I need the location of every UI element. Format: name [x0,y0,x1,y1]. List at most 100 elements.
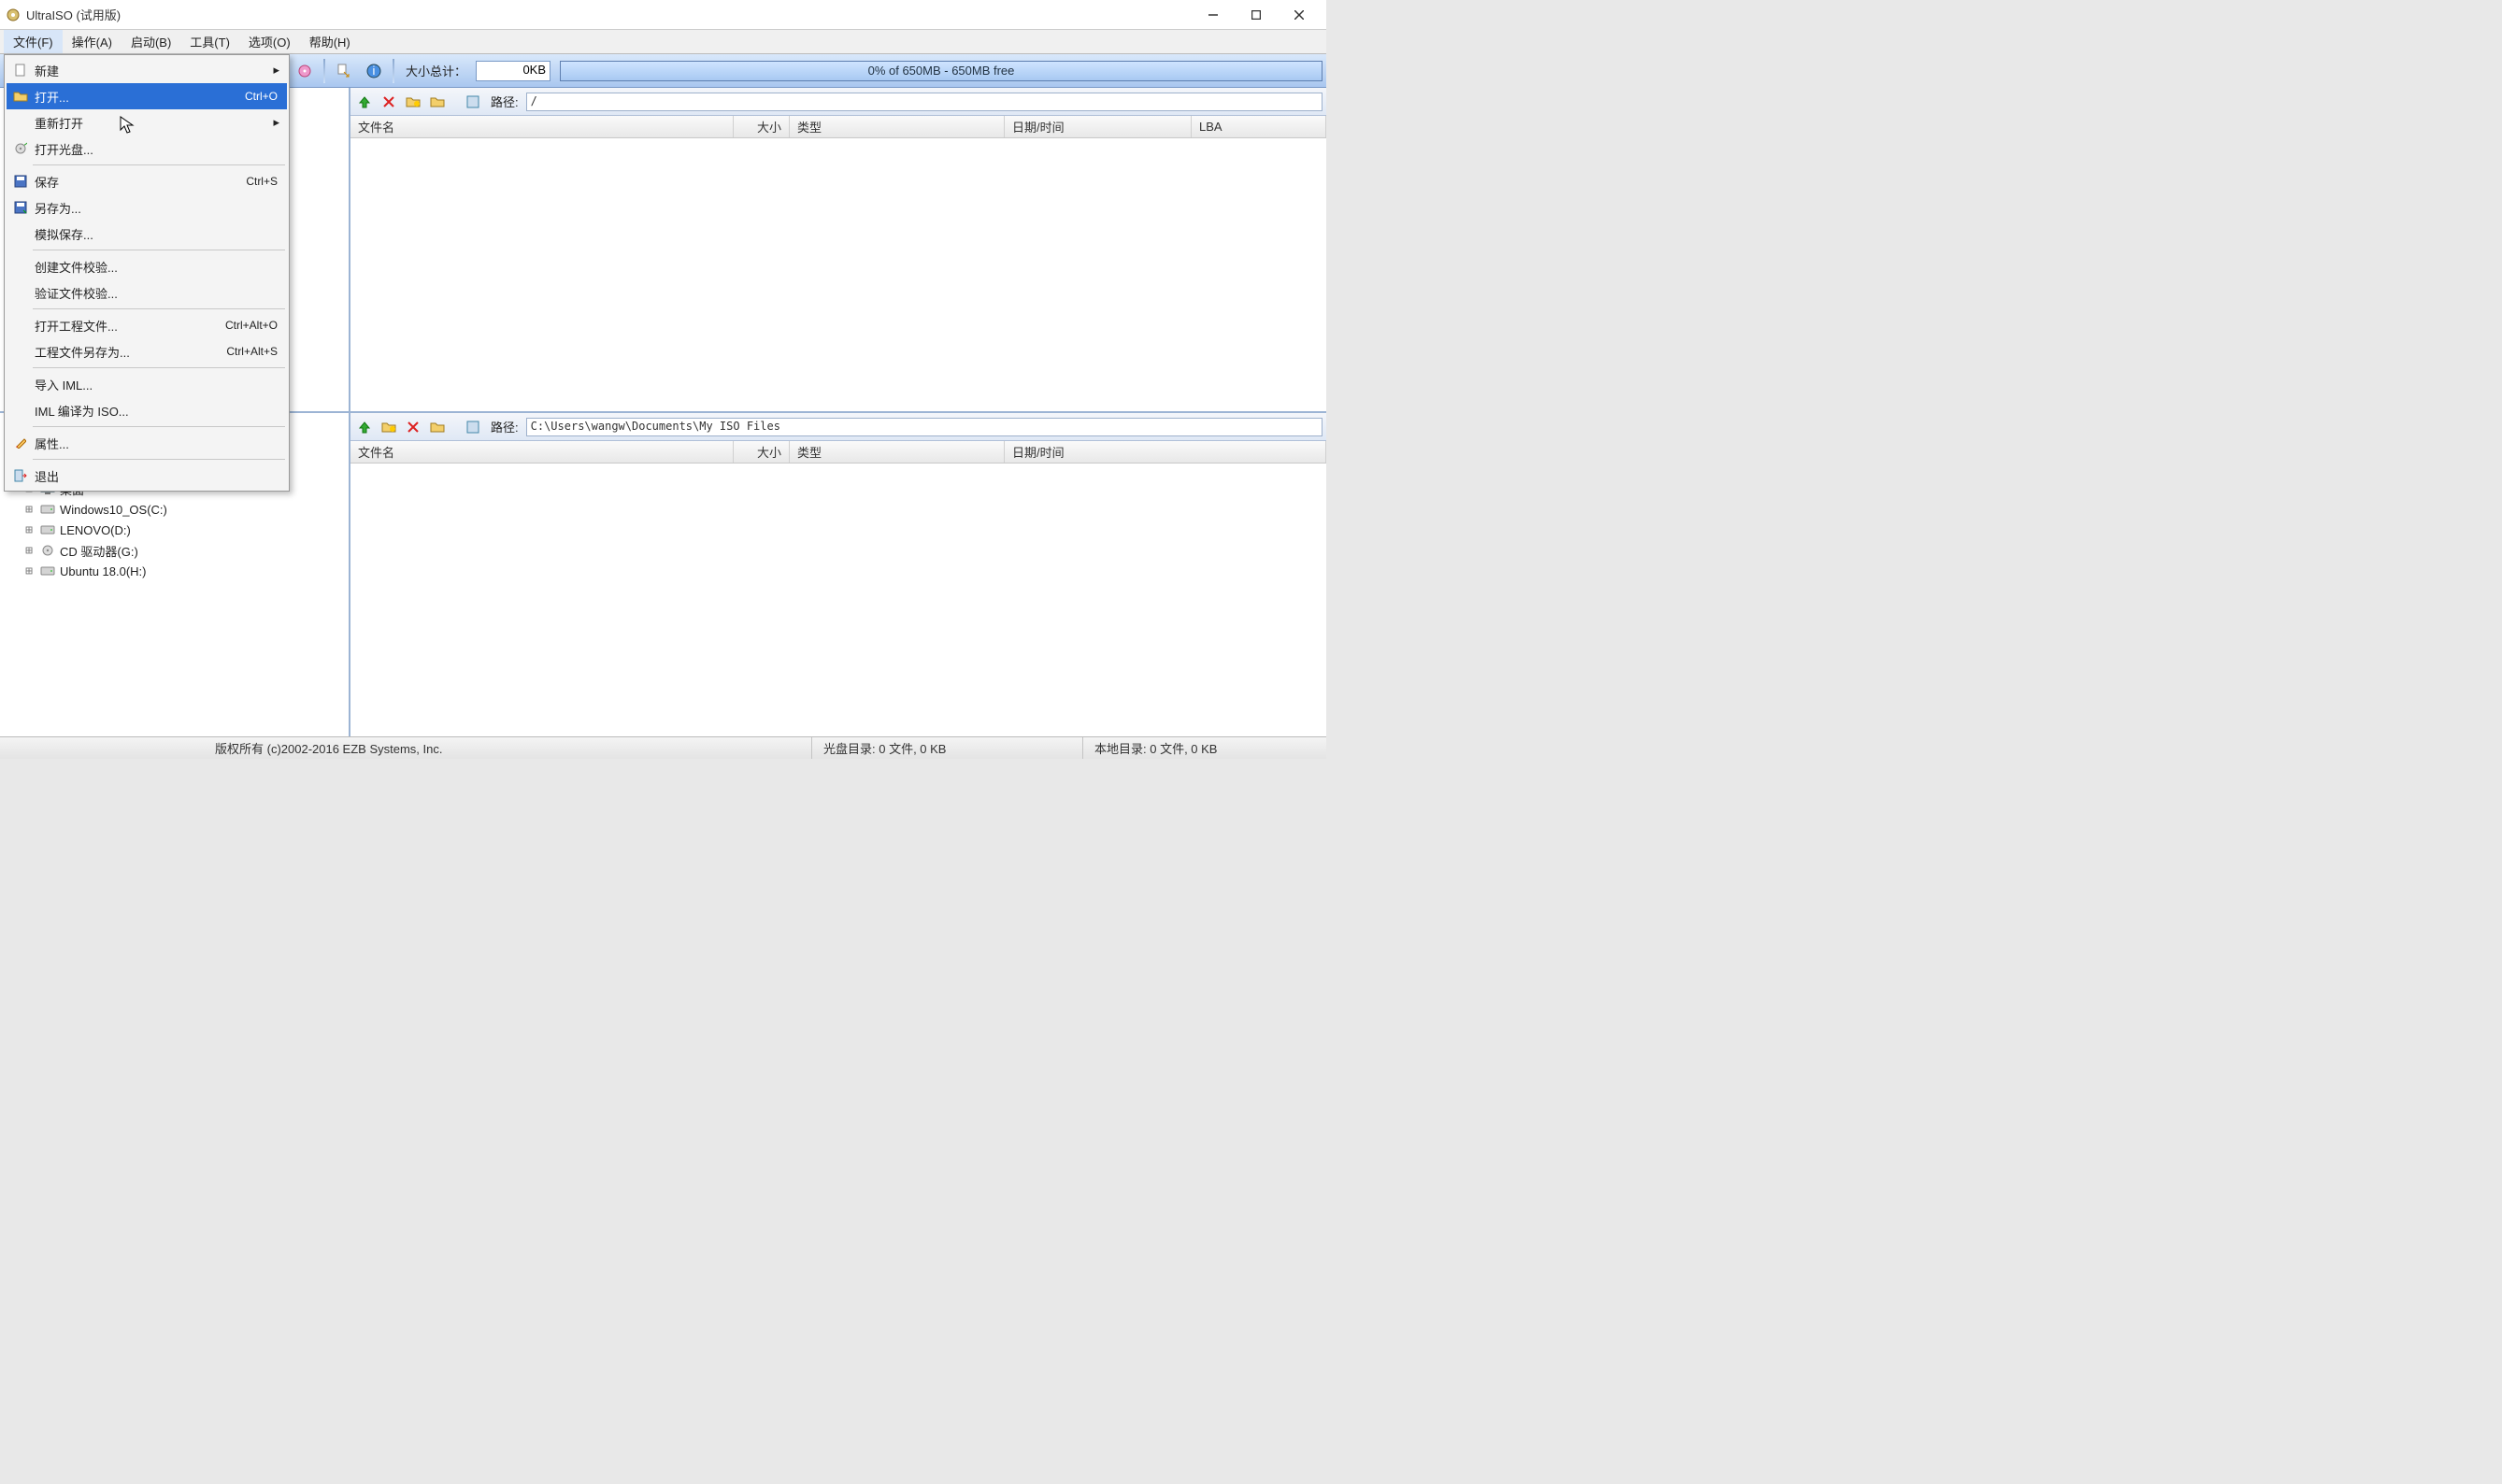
menu-separator [33,308,285,309]
menu-item[interactable]: 工程文件另存为...Ctrl+Alt+S [7,338,287,364]
menu-item[interactable]: 导入 IML... [7,371,287,397]
menu-separator [33,164,285,165]
tree-toggle-icon[interactable]: ⊞ [22,564,36,578]
status-copyright: 版权所有 (c)2002-2016 EZB Systems, Inc. [0,737,812,759]
menu-options[interactable]: 选项(O) [239,30,300,53]
menu-separator [33,459,285,460]
image-list-header: 文件名 大小 类型 日期/时间 LBA [350,116,1326,138]
menu-item[interactable]: 打开工程文件...Ctrl+Alt+O [7,312,287,338]
status-localdir: 本地目录: 0 文件, 0 KB [1083,737,1326,759]
menu-item-label: 打开光盘... [31,140,283,158]
tree-toggle-icon[interactable]: ⊞ [22,523,36,537]
window-title: UltraISO (试用版) [26,6,1192,23]
local-file-pane: 路径: C:\Users\wangw\Documents\My ISO File… [350,413,1326,736]
local-subtoolbar: 路径: C:\Users\wangw\Documents\My ISO File… [350,413,1326,441]
menu-item[interactable]: 属性... [7,430,287,456]
tool-convert-icon[interactable] [331,58,357,84]
tree-toggle-icon[interactable]: ⊞ [22,503,36,517]
tree-node[interactable]: ⊞CD 驱动器(G:) [2,540,347,561]
image-file-pane: 路径: / 文件名 大小 类型 日期/时间 LBA [350,88,1326,413]
col-date[interactable]: 日期/时间 [1005,441,1326,463]
menu-item[interactable]: 模拟保存... [7,221,287,247]
menu-item-label: 工程文件另存为... [31,343,226,361]
menu-item[interactable]: 另存为... [7,194,287,221]
saveas-icon [10,201,31,214]
tree-node[interactable]: ⊞ LENOVO(D:) [2,520,347,540]
newfolder-icon[interactable] [403,92,423,112]
new-icon [10,64,31,77]
menu-item-label: 保存 [31,173,246,191]
folder-icon[interactable] [427,417,448,437]
tree-node[interactable]: ⊞ Windows10_OS(C:) [2,499,347,520]
menu-item[interactable]: IML 编译为 ISO... [7,397,287,423]
delete-icon[interactable] [403,417,423,437]
tree-toggle-icon[interactable]: ⊞ [22,544,36,558]
local-list-body[interactable] [350,464,1326,736]
menu-item[interactable]: 打开光盘... [7,136,287,162]
tree-node-label: Windows10_OS(C:) [60,503,167,517]
toolbar-sep [323,59,325,83]
open-icon [10,91,31,102]
menu-item[interactable]: 打开...Ctrl+O [7,83,287,109]
image-list-body[interactable] [350,138,1326,411]
menu-tools[interactable]: 工具(T) [180,30,239,53]
tool-burn-icon[interactable] [292,58,318,84]
menu-item-label: 另存为... [31,199,283,217]
menu-file[interactable]: 文件(F) [4,30,63,53]
tool-info-icon[interactable]: i [361,58,387,84]
menu-separator [33,426,285,427]
menu-item[interactable]: 创建文件校验... [7,253,287,279]
save-icon [10,175,31,188]
prop-icon [10,437,31,449]
path-label: 路径: [487,418,522,435]
menu-item-accel: Ctrl+O [245,90,283,103]
tree-node[interactable]: ⊞ Ubuntu 18.0(H:) [2,561,347,581]
view-icon[interactable] [463,92,483,112]
menu-boot[interactable]: 启动(B) [122,30,180,53]
menu-item[interactable]: 退出 [7,463,287,489]
file-menu-dropdown: 新建▸打开...Ctrl+O重新打开▸ 打开光盘... 保存Ctrl+S 另存为...… [4,54,290,492]
view-icon[interactable] [463,417,483,437]
menu-action[interactable]: 操作(A) [63,30,122,53]
menu-item-accel: Ctrl+S [246,175,283,188]
local-path-box[interactable]: C:\Users\wangw\Documents\My ISO Files [526,418,1322,436]
menu-item-label: 模拟保存... [31,225,283,243]
titlebar: UltraISO (试用版) [0,0,1326,30]
cd-icon [39,544,56,557]
col-size[interactable]: 大小 [734,441,790,463]
drive-icon [39,566,56,576]
folder-icon[interactable] [427,92,448,112]
right-column: 路径: / 文件名 大小 类型 日期/时间 LBA 路径: C [350,88,1326,736]
exit-icon [10,469,31,482]
up-icon[interactable] [354,92,375,112]
maximize-button[interactable] [1235,1,1278,29]
col-type[interactable]: 类型 [790,441,1005,463]
menu-item[interactable]: 保存Ctrl+S [7,168,287,194]
minimize-button[interactable] [1192,1,1235,29]
col-name[interactable]: 文件名 [350,441,734,463]
menu-item[interactable]: 重新打开▸ [7,109,287,136]
col-size[interactable]: 大小 [734,116,790,137]
up-icon[interactable] [354,417,375,437]
newfolder-icon[interactable] [379,417,399,437]
local-list-header: 文件名 大小 类型 日期/时间 [350,441,1326,464]
drive-icon [39,525,56,535]
col-date[interactable]: 日期/时间 [1005,116,1192,137]
menubar: 文件(F) 操作(A) 启动(B) 工具(T) 选项(O) 帮助(H) [0,30,1326,54]
menu-item[interactable]: 新建▸ [7,57,287,83]
delete-icon[interactable] [379,92,399,112]
capacity-bar: 0% of 650MB - 650MB free [560,61,1322,81]
col-type[interactable]: 类型 [790,116,1005,137]
image-path-box[interactable]: / [526,93,1322,111]
tree-node-label: Ubuntu 18.0(H:) [60,564,147,578]
menu-item[interactable]: 验证文件校验... [7,279,287,306]
close-button[interactable] [1278,1,1321,29]
tree-node-label: LENOVO(D:) [60,523,131,537]
menu-item-label: 验证文件校验... [31,284,283,302]
menu-help[interactable]: 帮助(H) [300,30,360,53]
menu-item-label: 退出 [31,467,283,485]
menu-item-label: 导入 IML... [31,376,283,393]
menu-item-accel: Ctrl+Alt+O [225,319,283,332]
col-lba[interactable]: LBA [1192,116,1326,137]
col-name[interactable]: 文件名 [350,116,734,137]
